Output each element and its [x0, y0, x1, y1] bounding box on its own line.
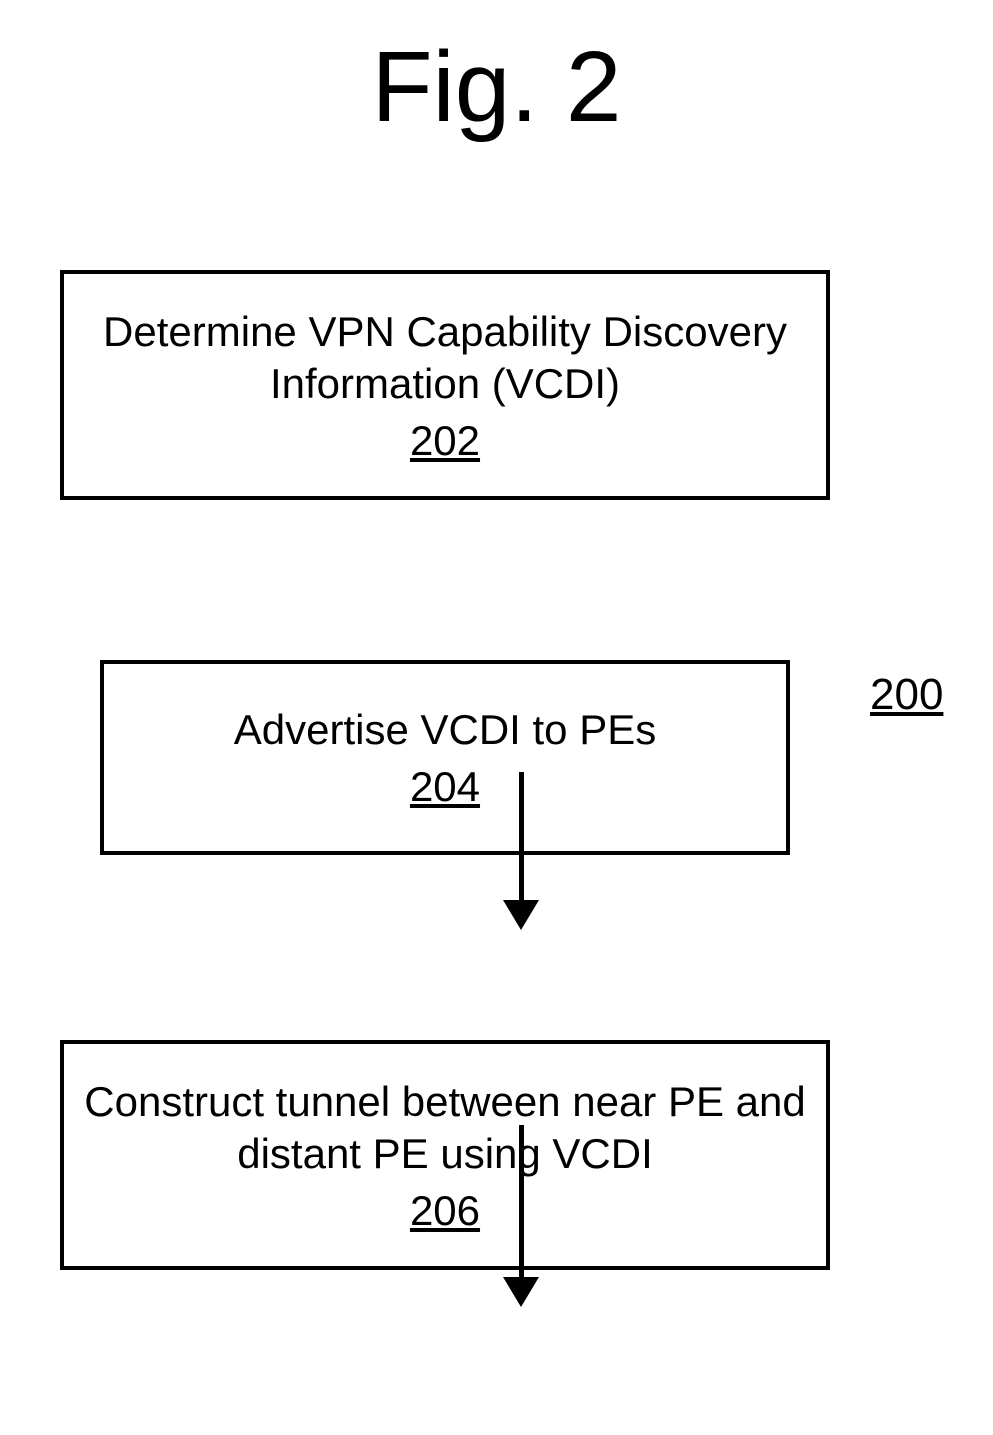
flowchart-container: Determine VPN Capability Discovery Infor…: [60, 270, 830, 1270]
figure-reference-label: 200: [870, 670, 943, 720]
arrow-line: [519, 772, 524, 900]
box-text: Construct tunnel between near PE and dis…: [84, 1076, 806, 1181]
arrow-down-icon: [503, 1125, 539, 1307]
box-reference: 206: [410, 1187, 480, 1235]
flowchart-box-1: Determine VPN Capability Discovery Infor…: [60, 270, 830, 500]
box-text: Determine VPN Capability Discovery Infor…: [84, 306, 806, 411]
arrow-head-icon: [503, 900, 539, 930]
arrow-line: [519, 1125, 524, 1277]
box-reference: 202: [410, 417, 480, 465]
flowchart-box-2: Advertise VCDI to PEs 204: [100, 660, 790, 855]
figure-title: Fig. 2: [371, 30, 621, 145]
arrow-head-icon: [503, 1277, 539, 1307]
arrow-down-icon: [503, 772, 539, 930]
flowchart-box-3: Construct tunnel between near PE and dis…: [60, 1040, 830, 1270]
box-reference: 204: [410, 763, 480, 811]
box-text: Advertise VCDI to PEs: [234, 704, 656, 757]
